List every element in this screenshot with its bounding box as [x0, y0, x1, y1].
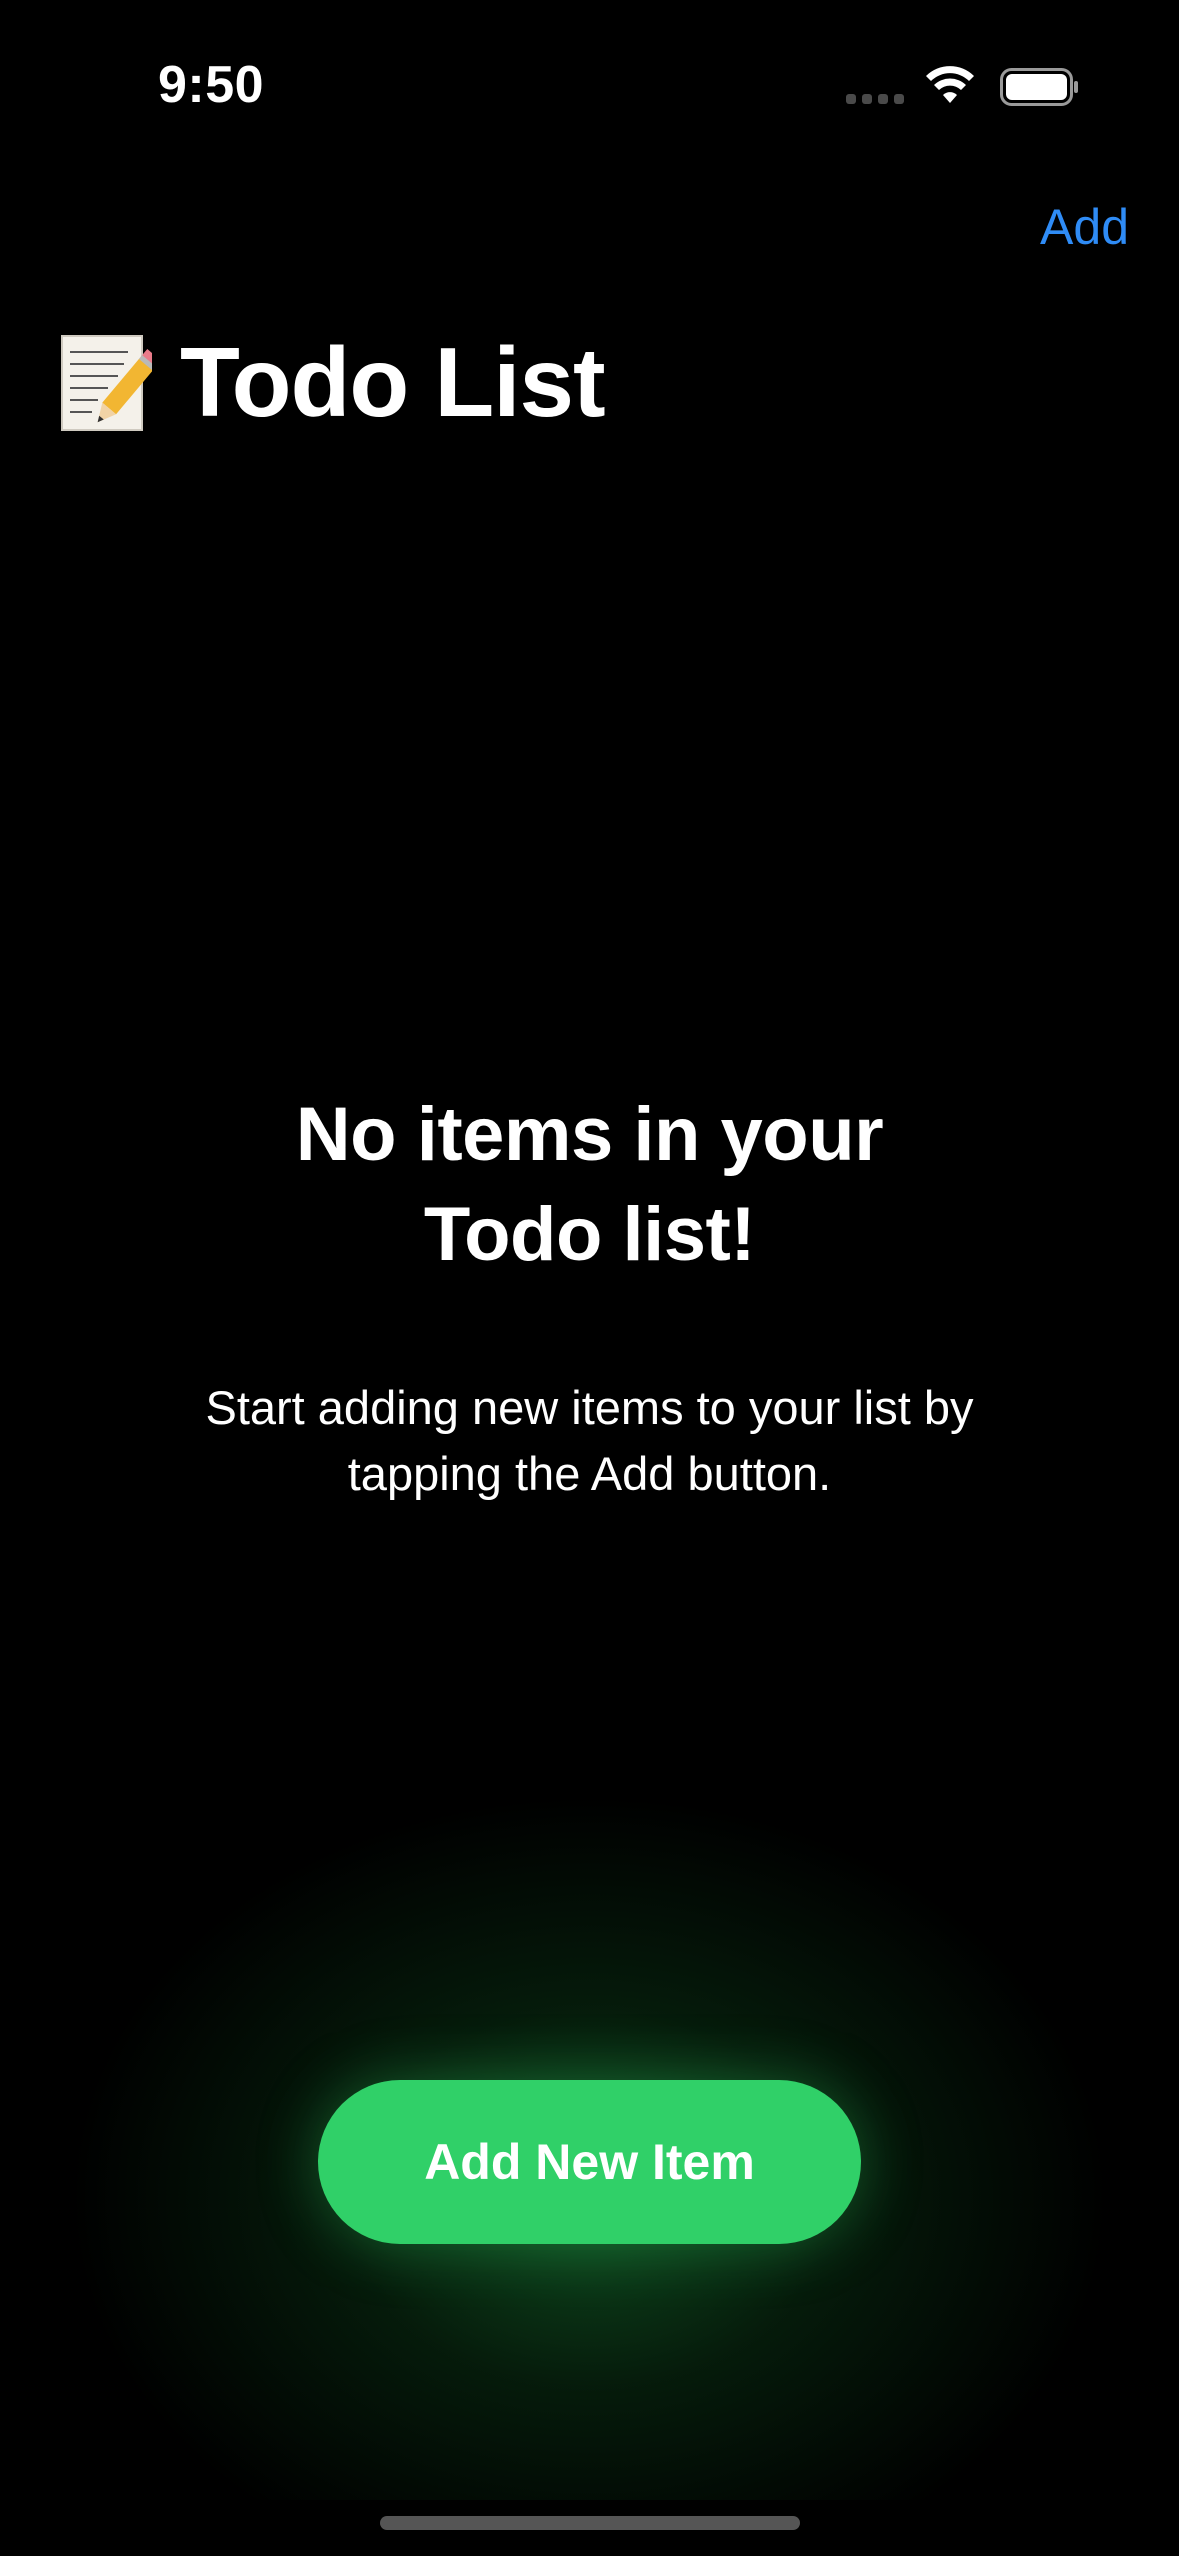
empty-state-heading: No items in your Todo list! [0, 1085, 1179, 1285]
empty-state-message: Start adding new items to your list by t… [0, 1375, 1179, 1507]
empty-heading-line-1: No items in your [295, 1092, 884, 1177]
empty-heading-line-2: Todo list! [423, 1192, 756, 1277]
page-title: Todo List [180, 327, 606, 437]
status-time: 9:50 [158, 56, 265, 114]
home-indicator[interactable] [380, 2516, 800, 2530]
empty-message-line-2: tapping the Add button. [347, 1447, 832, 1500]
empty-message-line-1: Start adding new items to your list by [205, 1381, 974, 1434]
wifi-icon [926, 66, 974, 103]
cellular-signal-icon [846, 94, 904, 104]
battery-icon [1000, 68, 1078, 106]
add-button[interactable]: Add [1040, 198, 1129, 256]
memo-icon [61, 335, 152, 431]
page-header: Todo List [58, 327, 606, 437]
add-new-item-button[interactable]: Add New Item [318, 2080, 861, 2244]
